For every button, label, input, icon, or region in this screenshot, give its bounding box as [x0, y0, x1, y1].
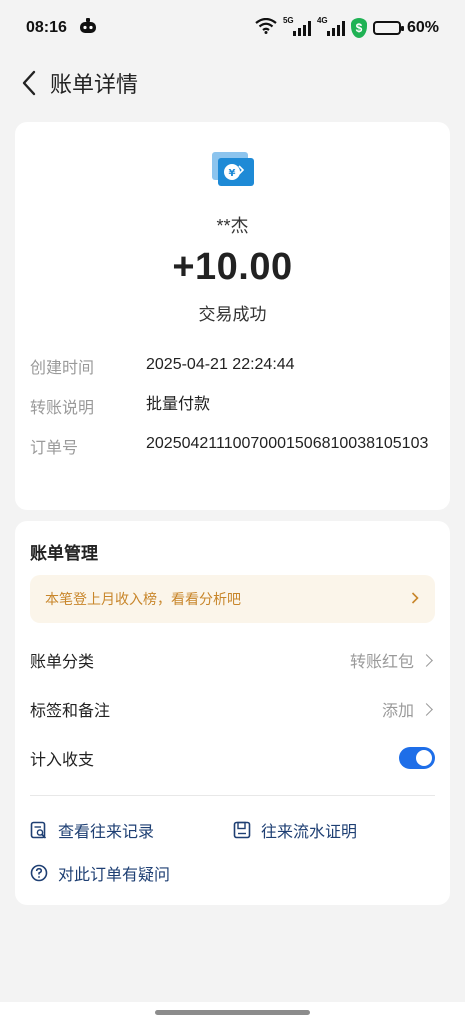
tags-notes-label: 标签和备注 [30, 703, 111, 720]
transaction-status: 交易成功 [198, 305, 267, 324]
signal-5g-icon: 5G [283, 16, 311, 36]
signal-4g-icon: 4G [317, 16, 345, 36]
transfer-note-value: 批量付款 [146, 396, 211, 413]
record-search-icon [30, 821, 47, 839]
payee-name: **杰 [216, 216, 249, 236]
question-icon [30, 864, 48, 882]
statement-certificate-icon [233, 821, 251, 839]
bill-category-row[interactable]: 账单分类 转账红包 [30, 645, 435, 675]
statement-certificate-link[interactable]: 往来流水证明 [233, 818, 357, 842]
page-header: 账单详情 [0, 56, 465, 110]
bill-category-value: 转账红包 [349, 654, 414, 671]
transfer-yuan-icon: ¥ [212, 152, 256, 190]
created-time-label: 创建时间 [30, 360, 95, 377]
order-number-label: 订单号 [30, 440, 79, 457]
divider [30, 795, 435, 796]
order-question-link[interactable]: 对此订单有疑问 [30, 861, 170, 885]
statement-certificate-label: 往来流水证明 [261, 824, 358, 841]
bill-management-card: 账单管理 本笔登上月收入榜，看看分析吧 账单分类 转账红包 标签和备注 添加 计… [15, 521, 450, 905]
count-in-budget-row: 计入收支 [30, 743, 435, 773]
chevron-right-icon [420, 653, 433, 667]
home-indicator[interactable] [155, 1010, 310, 1015]
security-shield-icon: $ [350, 18, 367, 38]
app-notification-icon [79, 17, 97, 39]
status-time: 08:16 [26, 19, 67, 36]
battery-icon [372, 21, 404, 35]
tags-notes-value: 添加 [381, 703, 414, 720]
network-4g-label: 4G [316, 16, 328, 25]
network-5g-label: 5G [282, 16, 294, 25]
view-records-label: 查看往来记录 [58, 824, 155, 841]
order-question-label: 对此订单有疑问 [58, 867, 171, 884]
created-time-value: 2025-04-21 22:24:44 [146, 356, 295, 373]
tags-notes-row[interactable]: 标签和备注 添加 [30, 694, 435, 724]
toggle-knob [416, 750, 432, 766]
transaction-amount: +10.00 [172, 246, 293, 288]
count-in-budget-label: 计入收支 [30, 752, 95, 769]
wifi-icon [255, 17, 277, 39]
section-title: 账单管理 [30, 544, 98, 563]
chevron-right-icon [420, 702, 433, 716]
page-title: 账单详情 [50, 72, 139, 97]
back-button[interactable] [14, 68, 44, 98]
bill-category-label: 账单分类 [30, 654, 95, 671]
order-number-value[interactable]: 20250421110070001506810038105103 [146, 431, 431, 456]
transaction-card: ¥ **杰 +10.00 交易成功 创建时间 2025-04-21 22:24:… [15, 122, 450, 510]
income-ranking-banner[interactable]: 本笔登上月收入榜，看看分析吧 [30, 575, 435, 623]
battery-percent: 60% [406, 19, 439, 36]
promo-text: 本笔登上月收入榜，看看分析吧 [45, 591, 241, 607]
transfer-note-label: 转账说明 [30, 400, 95, 417]
count-in-budget-toggle[interactable] [399, 747, 435, 769]
svg-text:¥: ¥ [229, 168, 236, 179]
view-records-link[interactable]: 查看往来记录 [30, 818, 154, 842]
chevron-right-icon [411, 591, 419, 607]
chevron-left-icon [22, 70, 36, 96]
status-bar: 08:16 5G 4G $ 60% [0, 0, 465, 56]
